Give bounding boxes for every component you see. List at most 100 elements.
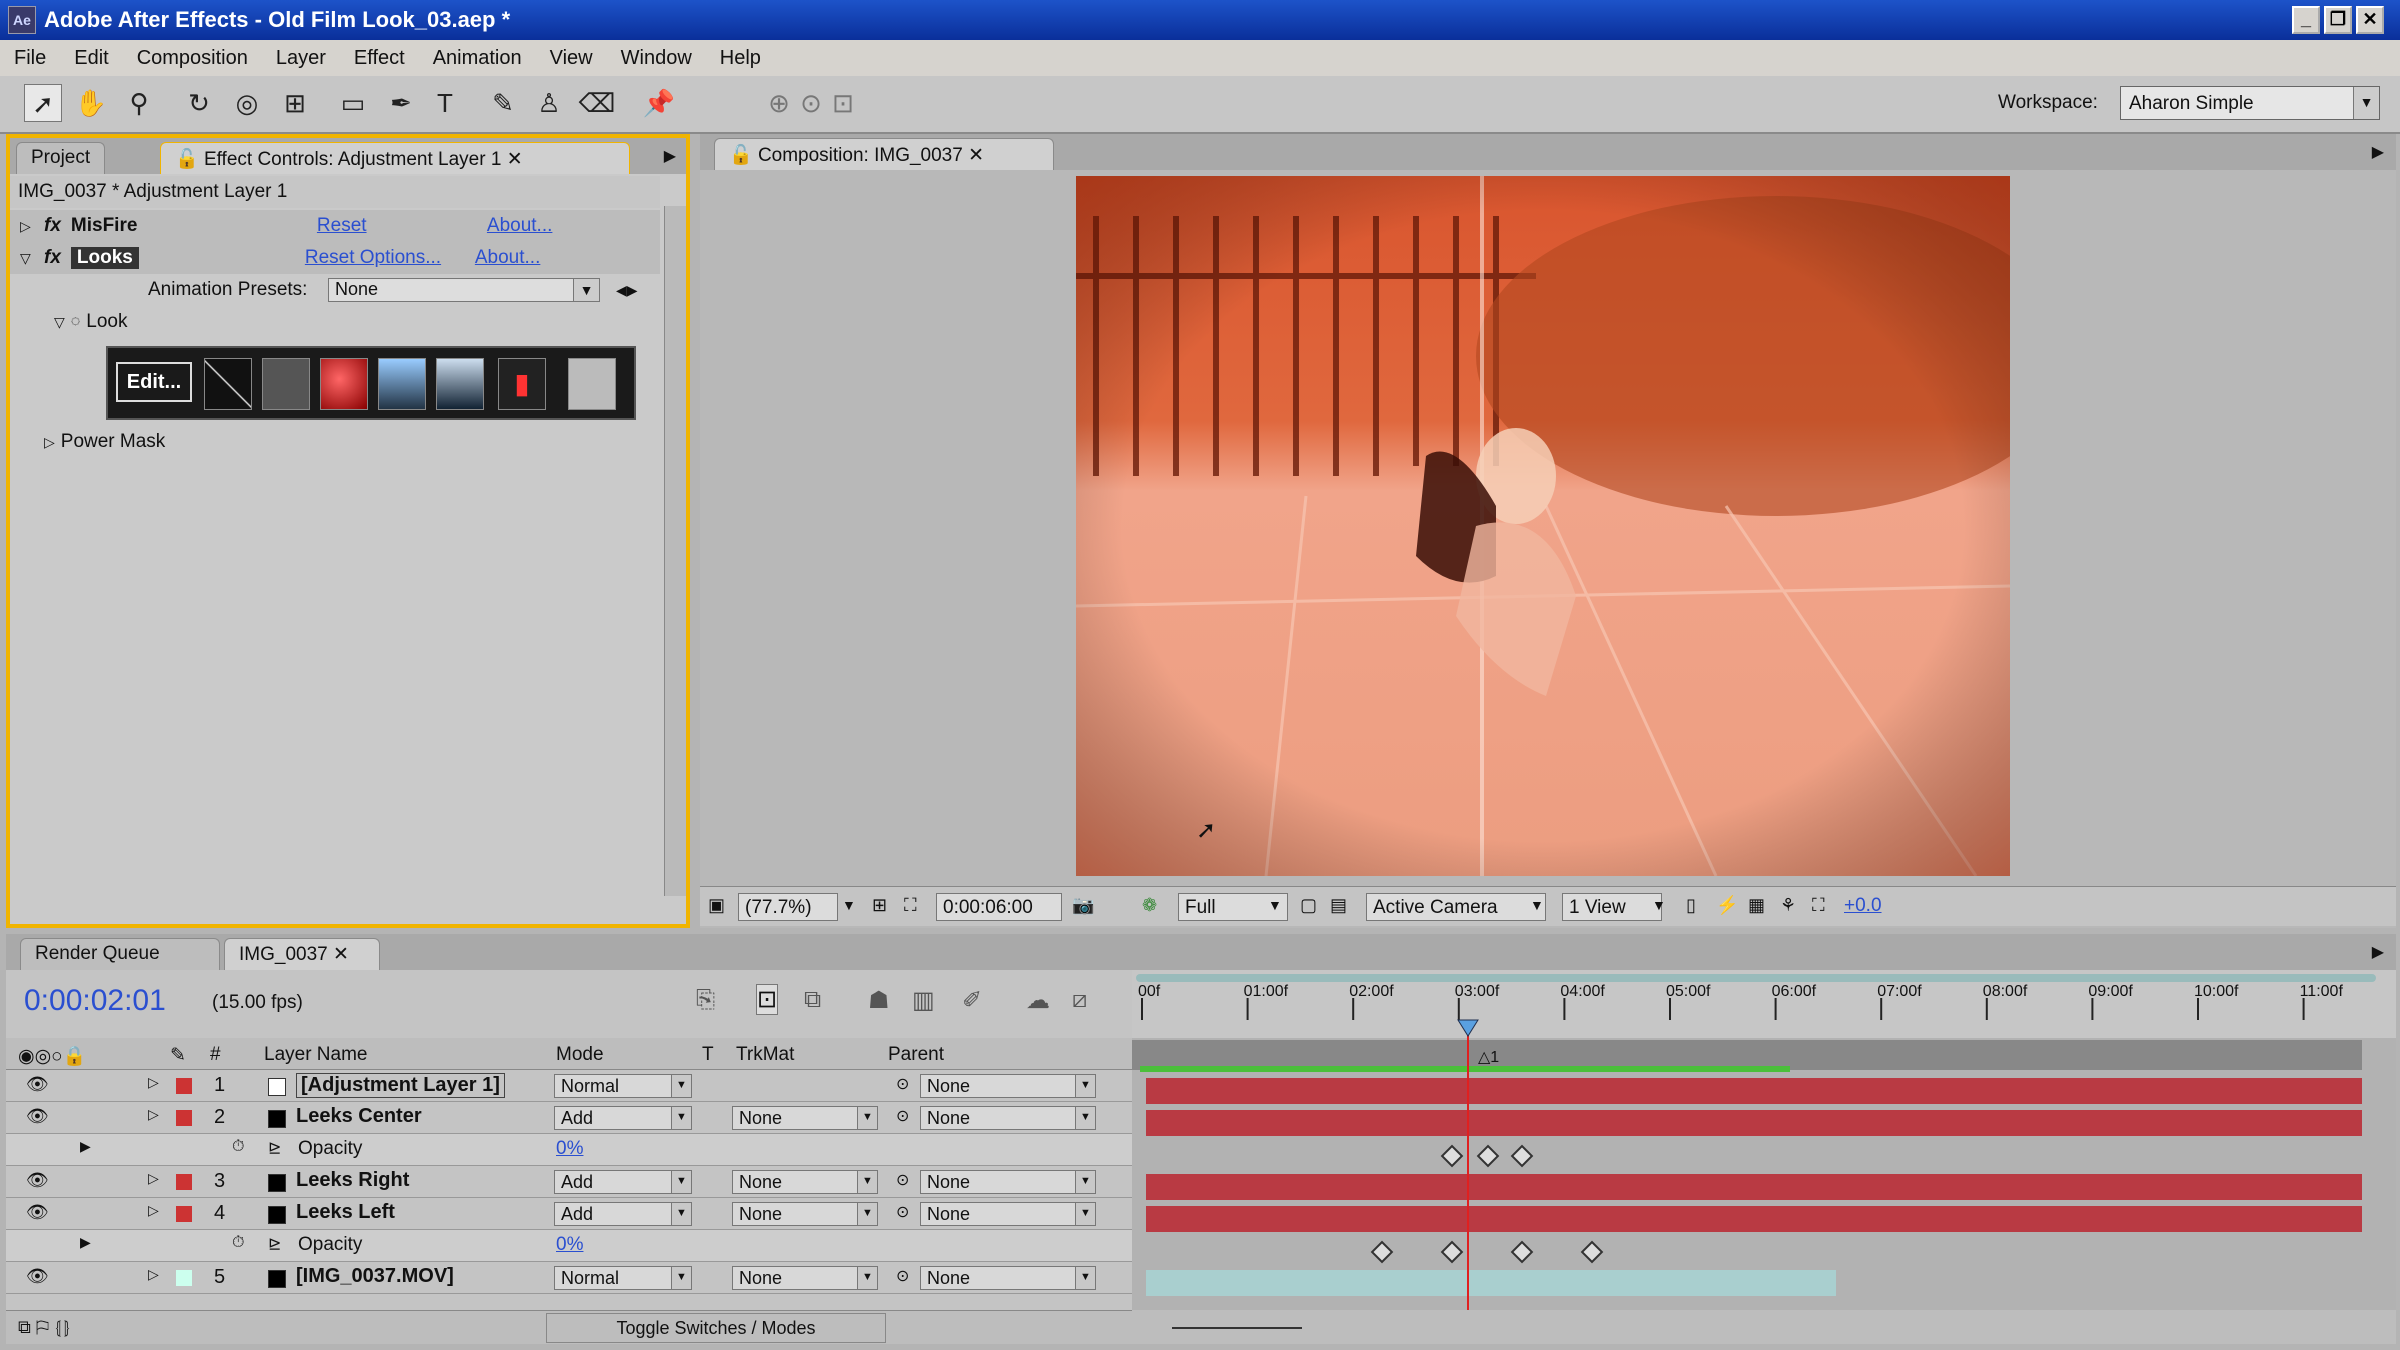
expand-layer-switches-icon[interactable]: ⧉ ⚐ ⦃⦄ (18, 1317, 71, 1338)
layer-row[interactable]: 👁 ▷ 5 [IMG_0037.MOV] Normal ▼ None ▼ ⊙ None ▼ (6, 1262, 1132, 1294)
eye-visibility-icon[interactable]: 👁 (26, 1202, 49, 1223)
current-time-display[interactable]: 0:00:02:01 (24, 984, 166, 1018)
parent-select[interactable]: None ▼ (920, 1074, 1096, 1098)
film-thumbnail-icon[interactable]: ▮ (498, 358, 546, 410)
toggle-pixel-aspect-icon[interactable]: ▯ (1686, 895, 1696, 916)
close-icon[interactable]: ✕ (507, 149, 523, 170)
preset-next-icon[interactable]: ▶ (627, 282, 638, 299)
close-window-button[interactable]: ✕ (2356, 6, 2384, 34)
eraser-tool-icon[interactable]: ⌫ (578, 84, 616, 122)
panel-menu-icon[interactable]: ▶ (664, 146, 676, 166)
trkmat-select[interactable]: None ▼ (732, 1202, 878, 1226)
layer-mode-select[interactable]: Normal ▼ (554, 1266, 692, 1290)
view-layout-select[interactable]: 1 View (1562, 893, 1662, 921)
portrait-thumbnail-icon[interactable] (378, 358, 426, 410)
layer-row[interactable]: 👁 ▷ 2 Leeks Center Add ▼ None ▼ ⊙ None ▼ (6, 1102, 1132, 1134)
label-color-swatch[interactable] (176, 1110, 192, 1126)
tab-project[interactable]: Project (16, 142, 106, 174)
chevron-down-icon[interactable]: ▼ (842, 897, 856, 913)
orbit-camera-tool-icon[interactable]: ◎ (228, 84, 266, 122)
mask-toggle-icon[interactable]: ⛶ (904, 895, 917, 916)
snapshot-icon[interactable]: 📷 (1072, 895, 1094, 916)
chevron-down-icon[interactable]: ▼ (1268, 897, 1282, 913)
toggle-switches-modes-button[interactable]: Toggle Switches / Modes (546, 1313, 886, 1343)
clone-stamp-tool-icon[interactable]: ♙ (530, 84, 568, 122)
rotation-tool-icon[interactable]: ↻ (180, 84, 218, 122)
region-of-interest-icon[interactable]: ▢ (1300, 895, 1317, 916)
expand-arrow-icon[interactable]: ▷ (148, 1202, 159, 1219)
eye-visibility-icon[interactable]: 👁 (26, 1074, 49, 1095)
misfire-reset-link[interactable]: Reset (317, 215, 487, 237)
preset-prev-icon[interactable]: ◀ (616, 282, 627, 299)
menu-edit[interactable]: Edit (60, 47, 122, 70)
graph-editor-icon[interactable]: ⧄ (1072, 986, 1087, 1014)
live-update-icon[interactable]: ⊡ (756, 984, 779, 1015)
expand-arrow-icon[interactable]: ▷ (148, 1074, 159, 1091)
opacity-value[interactable]: 0% (556, 1138, 583, 1160)
layer-name[interactable]: Leeks Left (296, 1201, 395, 1224)
color-wheel-thumbnail-icon[interactable] (320, 358, 368, 410)
fx-icon[interactable]: fx (44, 215, 61, 237)
pan-behind-tool-icon[interactable]: ⊞ (276, 84, 314, 122)
stopwatch-icon[interactable]: ⏱ (232, 1138, 244, 1156)
property-row-opacity[interactable]: ▶ ⏱ ⊵ Opacity 0% (6, 1134, 1132, 1166)
column-header-layer-name[interactable]: Layer Name (264, 1044, 368, 1066)
fx-icon[interactable]: fx (44, 247, 61, 269)
chevron-down-icon[interactable]: ▼ (1652, 897, 1666, 913)
layer-row[interactable]: 👁 ▷ 4 Leeks Left Add ▼ None ▼ ⊙ None ▼ (6, 1198, 1132, 1230)
motion-blur-icon[interactable]: ✐ (962, 986, 982, 1015)
hide-shy-layers-icon[interactable]: ☗ (868, 986, 890, 1015)
effect-looks-row[interactable]: ▽ fx Looks Reset Options... About... (10, 242, 660, 274)
looks-about-link[interactable]: About... (475, 247, 541, 269)
panel-menu-icon[interactable]: ▶ (2372, 142, 2384, 162)
parent-pickwhip-icon[interactable]: ⊙ (896, 1202, 909, 1222)
current-time-field[interactable]: 0:00:06:00 (936, 893, 1062, 921)
layer-mode-select[interactable]: Add ▼ (554, 1170, 692, 1194)
curves-thumbnail-icon[interactable] (204, 358, 252, 410)
layer-name[interactable]: [Adjustment Layer 1] (296, 1073, 505, 1098)
channel-icon[interactable]: ❁ (1142, 895, 1157, 916)
layer-name[interactable]: [IMG_0037.MOV] (296, 1265, 454, 1288)
edit-looks-button[interactable]: Edit... (116, 362, 192, 402)
tab-render-queue[interactable]: Render Queue (20, 938, 220, 970)
view-axis-icon[interactable]: ⊡ (824, 84, 862, 122)
gray-filter-thumbnail-icon[interactable] (262, 358, 310, 410)
panel-menu-icon[interactable]: ▶ (2372, 942, 2384, 962)
collapse-arrow-icon[interactable]: ▽ (54, 314, 65, 331)
pen-tool-icon[interactable]: ✒ (382, 84, 420, 122)
flowchart-icon[interactable]: ⚘ (1780, 895, 1796, 916)
parent-select[interactable]: None ▼ (920, 1106, 1096, 1130)
misfire-about-link[interactable]: About... (487, 215, 553, 237)
camera-view-select[interactable]: Active Camera (1366, 893, 1546, 921)
zoom-tool-icon[interactable]: ⚲ (120, 84, 158, 122)
text-tool-icon[interactable]: T (426, 84, 464, 122)
opacity-value[interactable]: 0% (556, 1234, 583, 1256)
exposure-value[interactable]: +0.0 (1844, 895, 1882, 917)
chevron-down-icon[interactable]: ▼ (1530, 897, 1544, 913)
menu-file[interactable]: File (0, 47, 60, 70)
layer-name[interactable]: Leeks Center (296, 1105, 422, 1128)
portrait-alt-thumbnail-icon[interactable] (436, 358, 484, 410)
expand-arrow-icon[interactable]: ▷ (148, 1106, 159, 1123)
selection-tool-icon[interactable]: ➚ (24, 84, 62, 122)
reset-exposure-icon[interactable]: ⛶ (1812, 895, 1825, 916)
layer-mode-select[interactable]: Add ▼ (554, 1106, 692, 1130)
draft-3d-icon[interactable]: ⧉ (804, 986, 821, 1014)
stopwatch-icon[interactable]: ◌ (71, 313, 81, 331)
puppet-pin-tool-icon[interactable]: 📌 (640, 84, 678, 122)
menu-help[interactable]: Help (706, 47, 775, 70)
composition-viewer[interactable]: ➚ (1076, 176, 2010, 876)
always-preview-icon[interactable]: ▣ (708, 895, 725, 916)
effect-controls-scrollbar[interactable] (664, 206, 686, 896)
trkmat-select[interactable]: None ▼ (732, 1106, 878, 1130)
menu-layer[interactable]: Layer (262, 47, 340, 70)
menu-composition[interactable]: Composition (123, 47, 262, 70)
property-row-opacity[interactable]: ▶ ⏱ ⊵ Opacity 0% (6, 1230, 1132, 1262)
eye-visibility-icon[interactable]: 👁 (26, 1106, 49, 1127)
blank-thumbnail-icon[interactable] (568, 358, 616, 410)
label-color-swatch[interactable] (176, 1206, 192, 1222)
fast-previews-icon[interactable]: ⚡ (1716, 895, 1738, 916)
parent-select[interactable]: None ▼ (920, 1266, 1096, 1290)
timeline-toggle-icon[interactable]: ▦ (1748, 895, 1765, 916)
brainstorm-icon[interactable]: ☁ (1026, 986, 1050, 1015)
